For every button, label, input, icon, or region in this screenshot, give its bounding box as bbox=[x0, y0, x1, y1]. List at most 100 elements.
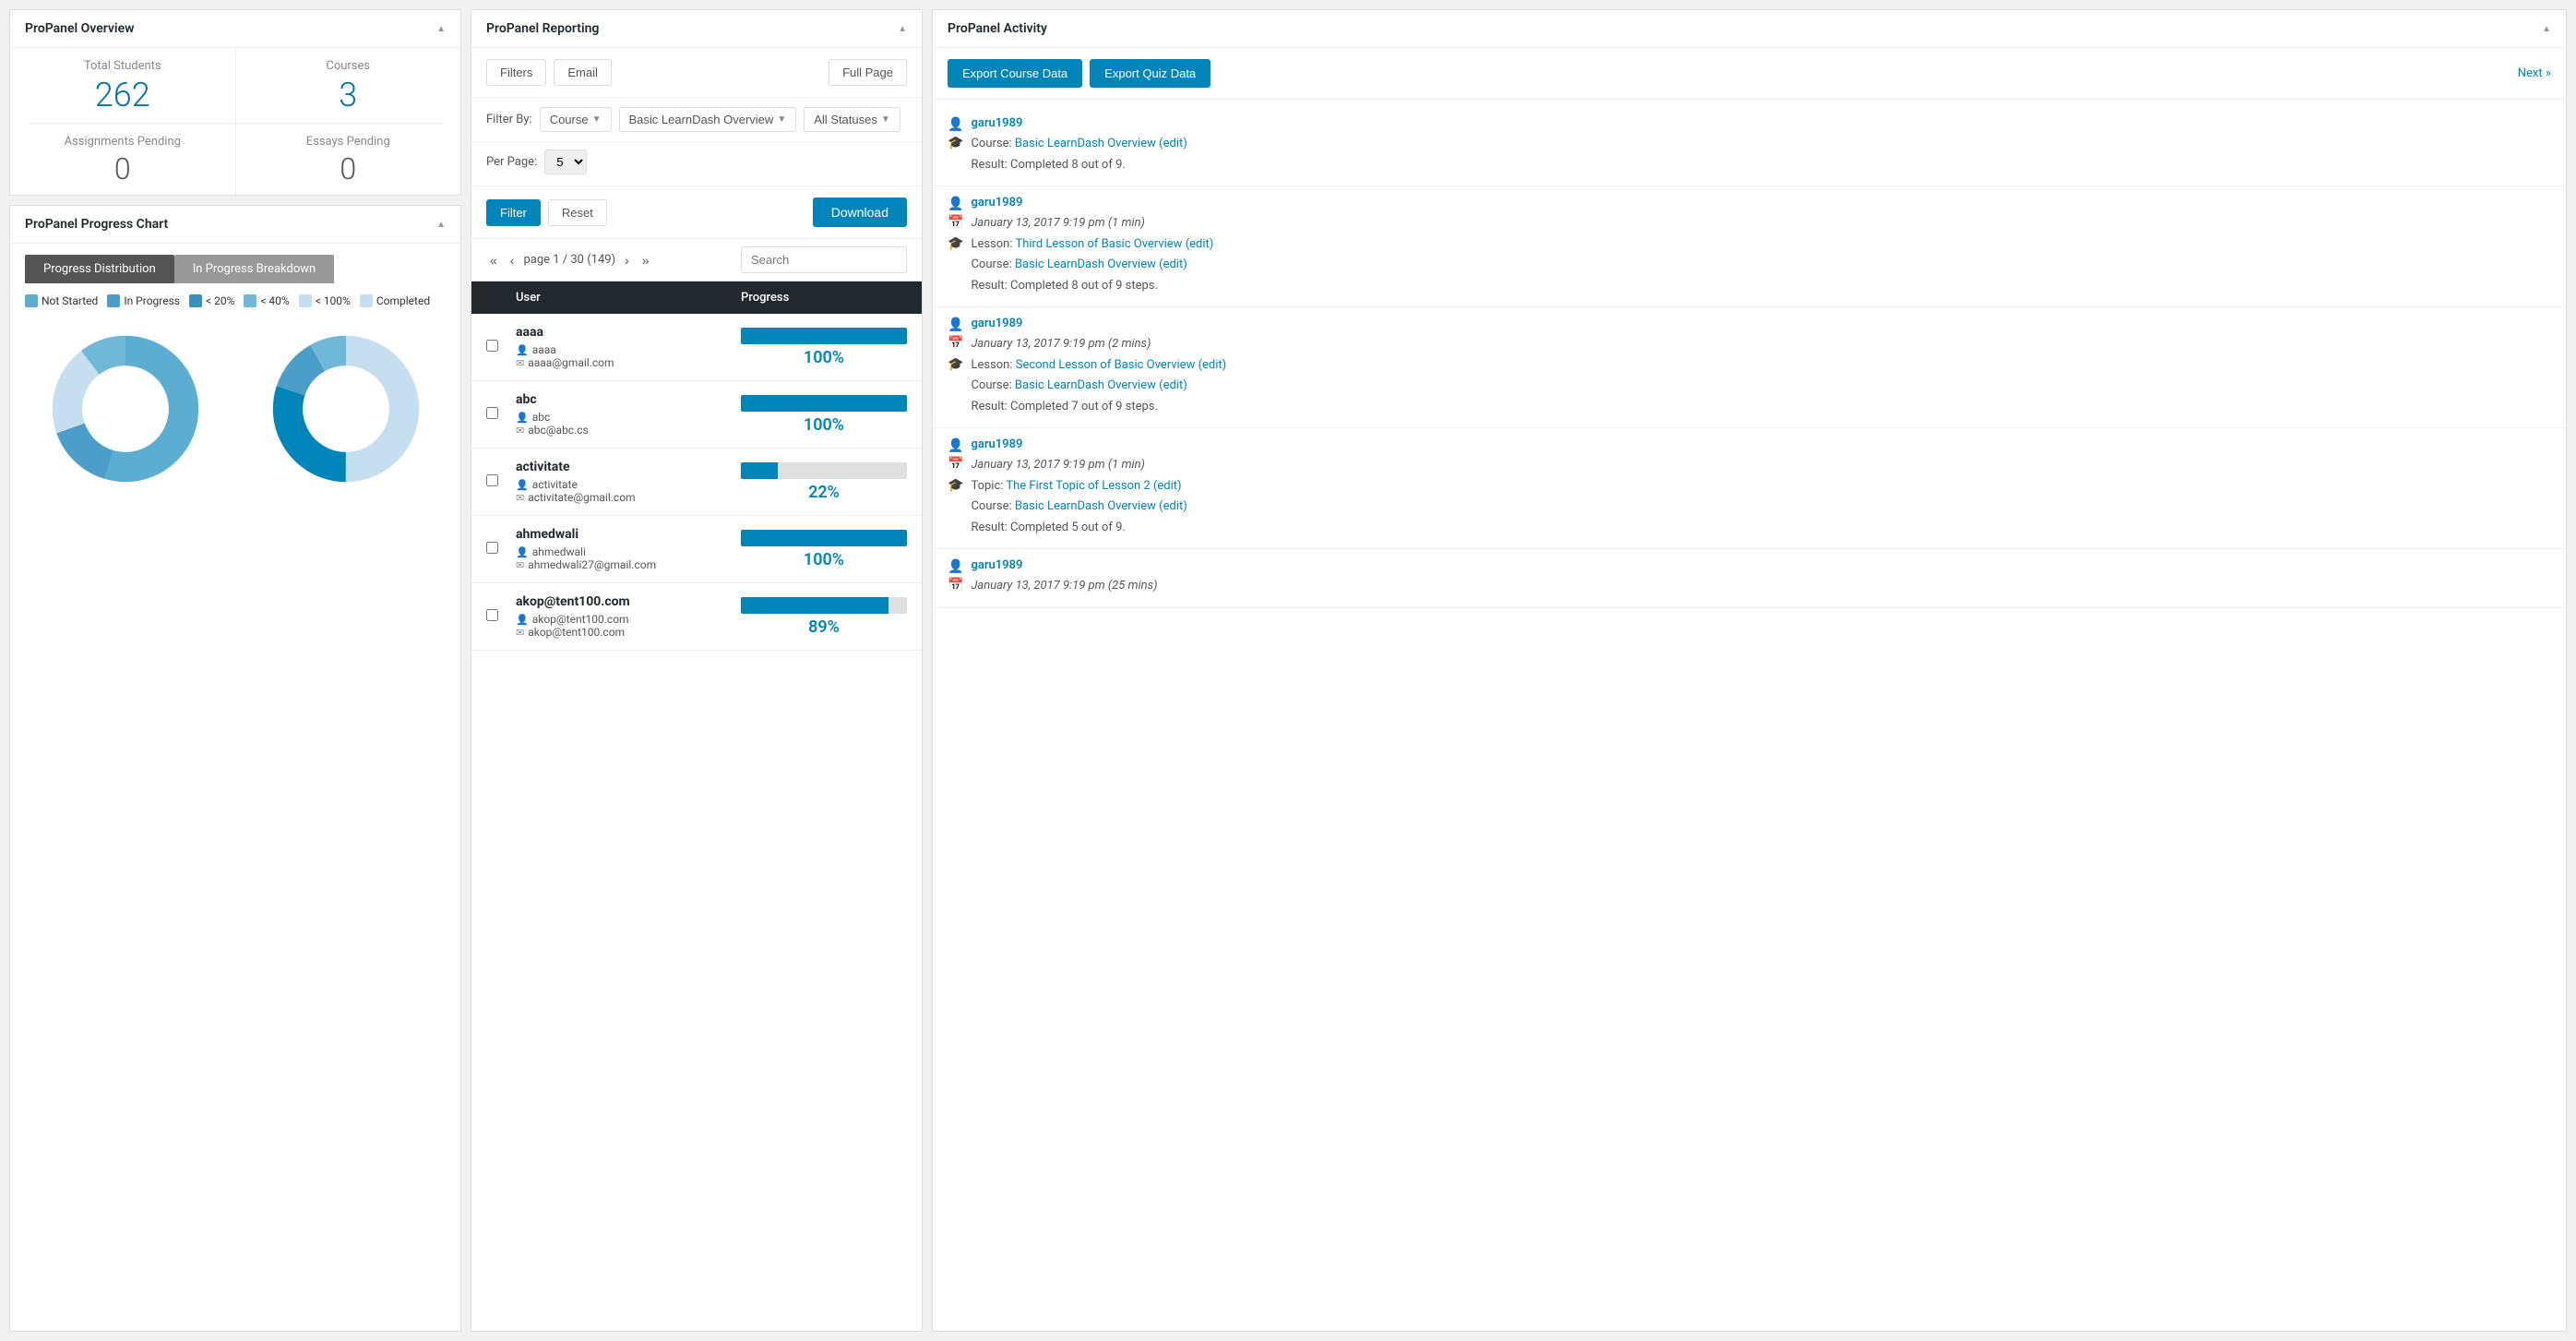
user-icon: 👤 bbox=[516, 412, 529, 424]
activity-course-row: 🎓 Course: Basic LearnDash Overview (edit… bbox=[948, 256, 2551, 274]
course-link[interactable]: Basic LearnDash Overview bbox=[1015, 137, 1156, 150]
user-name: akop@tent100.com bbox=[516, 594, 741, 609]
legend-not-started: Not Started bbox=[25, 294, 98, 307]
calendar-icon: 📅 bbox=[948, 215, 963, 230]
per-page-select[interactable]: 5 bbox=[544, 150, 587, 174]
per-page-label: Per Page: bbox=[486, 155, 537, 169]
reporting-panel: ProPanel Reporting ▲ Filters Email Full … bbox=[471, 9, 923, 1332]
activity-collapse-icon[interactable]: ▲ bbox=[2542, 24, 2551, 34]
download-button[interactable]: Download bbox=[813, 198, 907, 227]
row-checkbox[interactable] bbox=[486, 474, 516, 490]
status-filter[interactable]: All Statuses ▼ bbox=[804, 107, 900, 132]
user-info: activitate 👤 activitate ✉ activitate@gma… bbox=[516, 460, 741, 504]
table-row: aaaa 👤 aaaa ✉ aaaa@gmail.com 100% bbox=[471, 314, 922, 381]
essays-label: Essays Pending bbox=[245, 135, 452, 149]
progress-bar-wrap bbox=[741, 597, 907, 614]
activity-date-text: January 13, 2017 9:19 pm (1 min) bbox=[971, 214, 1144, 233]
activity-user-link[interactable]: garu1989 bbox=[971, 437, 1022, 451]
lesson-link[interactable]: The First Topic of Lesson 2 bbox=[1006, 479, 1150, 493]
activity-date-row: 📅 January 13, 2017 9:19 pm (25 mins) bbox=[948, 577, 2551, 595]
user-icon: 👤 bbox=[516, 479, 529, 491]
course-icon: 🎓 bbox=[948, 136, 963, 150]
chart-title: ProPanel Progress Chart bbox=[25, 217, 168, 232]
activity-course-row: 🎓 Course: Basic LearnDash Overview (edit… bbox=[948, 135, 2551, 153]
lesson-link[interactable]: Third Lesson of Basic Overview bbox=[1015, 237, 1182, 251]
reporting-collapse-icon[interactable]: ▲ bbox=[898, 24, 907, 34]
course-link[interactable]: Basic LearnDash Overview bbox=[1015, 378, 1156, 392]
row-checkbox[interactable] bbox=[486, 609, 516, 625]
courses-value: 3 bbox=[245, 78, 452, 112]
lesson-icon: 🎓 bbox=[948, 236, 963, 251]
activity-user-link[interactable]: garu1989 bbox=[971, 196, 1022, 210]
user-username: 👤 akop@tent100.com bbox=[516, 613, 741, 626]
course-link[interactable]: Basic LearnDash Overview bbox=[1015, 499, 1156, 513]
legend-completed-label: Completed bbox=[376, 294, 430, 307]
row-checkbox[interactable] bbox=[486, 407, 516, 423]
course-filter-label: Course bbox=[550, 113, 589, 126]
course-edit-link[interactable]: (edit) bbox=[1159, 257, 1187, 271]
next-link[interactable]: Next » bbox=[2518, 59, 2551, 88]
course-filter-arrow: ▼ bbox=[592, 114, 602, 125]
user-icon: 👤 bbox=[948, 197, 963, 211]
collapse-icon[interactable]: ▲ bbox=[436, 24, 446, 34]
prev-page-button[interactable]: ‹ bbox=[507, 251, 519, 269]
reset-button[interactable]: Reset bbox=[548, 199, 607, 226]
lesson-edit-link[interactable]: (edit) bbox=[1199, 358, 1227, 372]
user-username: 👤 ahmedwali bbox=[516, 545, 741, 558]
row-checkbox[interactable] bbox=[486, 542, 516, 557]
activity-list: 👤 garu1989 🎓 Course: Basic LearnDash Ove… bbox=[933, 100, 2566, 616]
table-row: ahmedwali 👤 ahmedwali ✉ ahmedwali27@gmai… bbox=[471, 516, 922, 583]
tab-in-progress-breakdown[interactable]: In Progress Breakdown bbox=[174, 255, 334, 283]
last-page-button[interactable]: » bbox=[638, 251, 653, 269]
activity-user-link[interactable]: garu1989 bbox=[971, 317, 1022, 330]
full-page-button[interactable]: Full Page bbox=[829, 59, 907, 86]
user-icon: 👤 bbox=[516, 344, 529, 356]
progress-percentage: 100% bbox=[741, 348, 907, 367]
course-edit-link[interactable]: (edit) bbox=[1159, 137, 1187, 150]
search-input[interactable] bbox=[741, 246, 907, 273]
course-filter[interactable]: Course ▼ bbox=[540, 107, 612, 132]
filters-button[interactable]: Filters bbox=[486, 59, 546, 86]
user-info: ahmedwali 👤 ahmedwali ✉ ahmedwali27@gmai… bbox=[516, 527, 741, 571]
activity-user-row: 👤 garu1989 bbox=[948, 558, 2551, 574]
lesson-edit-link[interactable]: (edit) bbox=[1153, 479, 1182, 493]
course-name-label: Basic LearnDash Overview bbox=[629, 113, 774, 126]
course-edit-link[interactable]: (edit) bbox=[1159, 499, 1187, 513]
email-button[interactable]: Email bbox=[554, 59, 612, 86]
activity-user-row: 👤 garu1989 bbox=[948, 116, 2551, 132]
course-edit-link[interactable]: (edit) bbox=[1159, 378, 1187, 392]
legend-in-progress-label: In Progress bbox=[124, 294, 180, 307]
lesson-link[interactable]: Second Lesson of Basic Overview bbox=[1016, 358, 1196, 372]
header-user: User bbox=[516, 291, 741, 305]
progress-percentage: 100% bbox=[741, 550, 907, 569]
activity-user-link[interactable]: garu1989 bbox=[971, 558, 1022, 572]
next-page-button[interactable]: › bbox=[621, 251, 633, 269]
total-students-label: Total Students bbox=[19, 59, 226, 73]
user-table: aaaa 👤 aaaa ✉ aaaa@gmail.com 100% abc 👤 … bbox=[471, 314, 922, 651]
user-icon: 👤 bbox=[948, 117, 963, 132]
export-course-button[interactable]: Export Course Data bbox=[948, 59, 1082, 88]
row-checkbox[interactable] bbox=[486, 340, 516, 355]
legend-lt-40-label: < 40% bbox=[260, 294, 289, 307]
course-link[interactable]: Basic LearnDash Overview bbox=[1015, 257, 1156, 271]
course-name-filter[interactable]: Basic LearnDash Overview ▼ bbox=[619, 107, 797, 132]
user-icon: 👤 bbox=[948, 559, 963, 574]
course-name-arrow: ▼ bbox=[777, 114, 786, 125]
filter-button[interactable]: Filter bbox=[486, 199, 541, 226]
chart-collapse-icon[interactable]: ▲ bbox=[436, 220, 446, 230]
export-quiz-button[interactable]: Export Quiz Data bbox=[1090, 59, 1210, 88]
email-icon: ✉ bbox=[516, 425, 524, 437]
table-row: akop@tent100.com 👤 akop@tent100.com ✉ ak… bbox=[471, 583, 922, 651]
progress-cell: 22% bbox=[741, 462, 907, 502]
tab-progress-distribution[interactable]: Progress Distribution bbox=[25, 255, 174, 283]
activity-user-link[interactable]: garu1989 bbox=[971, 116, 1022, 130]
email-icon: ✉ bbox=[516, 492, 524, 504]
header-progress: Progress bbox=[741, 291, 907, 305]
activity-user-row: 👤 garu1989 bbox=[948, 196, 2551, 211]
progress-cell: 100% bbox=[741, 530, 907, 569]
progress-percentage: 22% bbox=[741, 483, 907, 502]
per-page-row: Per Page: 5 bbox=[471, 142, 922, 186]
lesson-edit-link[interactable]: (edit) bbox=[1186, 237, 1214, 251]
table-row: abc 👤 abc ✉ abc@abc.cs 100% bbox=[471, 381, 922, 449]
first-page-button[interactable]: « bbox=[486, 251, 501, 269]
